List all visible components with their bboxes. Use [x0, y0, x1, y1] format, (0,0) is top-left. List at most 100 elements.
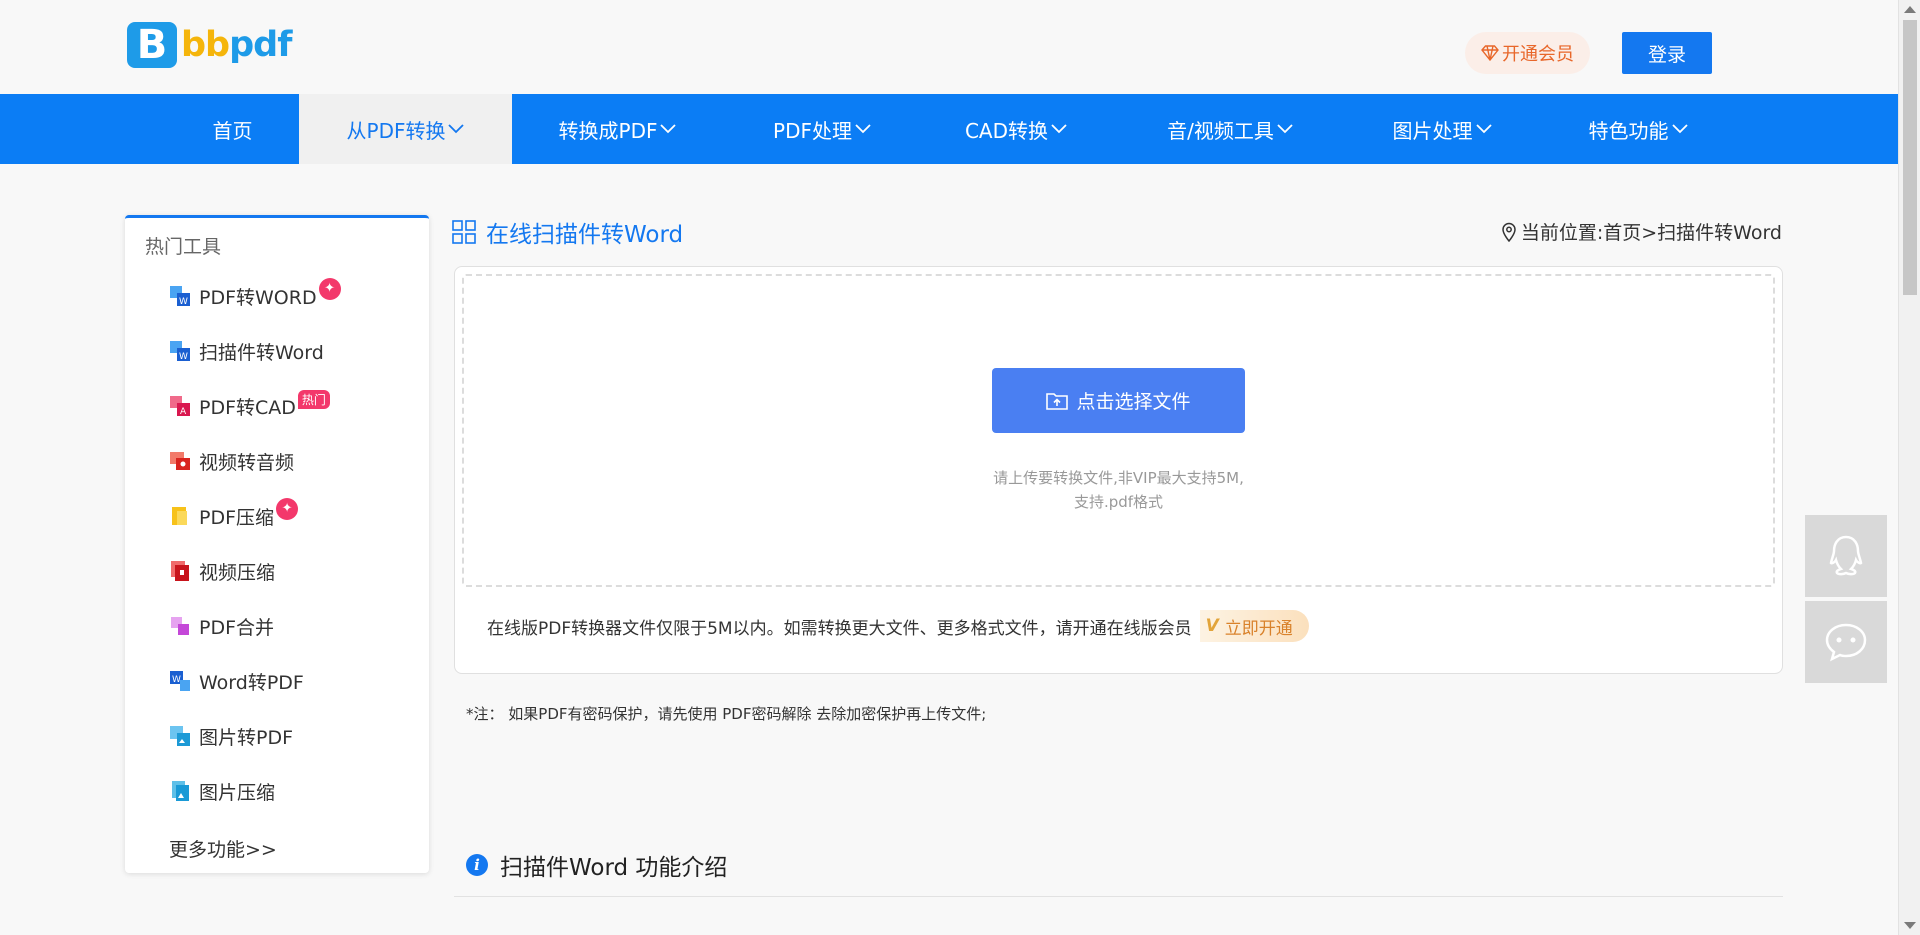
nav-item-home[interactable]: 首页 — [180, 94, 285, 164]
page-scrollbar[interactable] — [1898, 0, 1920, 935]
logo-text-pdf: pdf — [229, 25, 292, 65]
sidebar-item-label: 扫描件转Word — [199, 341, 324, 364]
activate-now-button[interactable]: V 立即开通 — [1199, 610, 1309, 642]
bbpdf-logo[interactable]: B bbpdf — [127, 22, 292, 68]
sidebar-item-pdf-to-word[interactable]: W PDF转WORD ✦ — [169, 278, 341, 311]
svg-text:W: W — [179, 352, 188, 362]
file-dropzone[interactable]: 点击选择文件 请上传要转换文件,非VIP最大支持5M, 支持.pdf格式 — [462, 274, 1775, 587]
open-vip-button[interactable]: 开通会员 — [1465, 32, 1590, 74]
grid-icon — [452, 220, 476, 244]
info-icon: i — [466, 854, 488, 876]
activate-now-label: 立即开通 — [1224, 618, 1293, 639]
select-file-button[interactable]: 点击选择文件 — [992, 368, 1245, 433]
sidebar-item-image-to-pdf[interactable]: 图片转PDF — [169, 721, 293, 751]
nav-item-label: 从PDF转换 — [346, 118, 446, 143]
nav-item-audio-video[interactable]: 音/视频工具 — [1150, 94, 1310, 164]
pdf-to-word-icon: W — [169, 285, 191, 307]
nav-item-pdf-process[interactable]: PDF处理 — [752, 94, 892, 164]
sidebar-item-word-to-pdf[interactable]: W Word转PDF — [169, 666, 304, 696]
chevron-down-icon — [1475, 124, 1492, 134]
main-nav: 首页 从PDF转换 转换成PDF PDF处理 CAD转换 音/视频工具 图片处理… — [0, 94, 1898, 164]
more-features-link[interactable]: 更多功能>> — [169, 835, 277, 862]
scan-to-word-icon: W — [169, 340, 191, 362]
sidebar-item-label: 视频压缩 — [199, 561, 276, 584]
chevron-down-icon — [660, 124, 677, 134]
nav-item-label: 转换成PDF — [558, 118, 658, 143]
chevron-down-icon — [448, 124, 465, 134]
pdf-merge-icon — [169, 615, 191, 637]
sidebar-item-label: PDF合并 — [199, 616, 275, 639]
scroll-down-arrow-icon[interactable] — [1904, 922, 1916, 929]
sidebar-item-video-compress[interactable]: 视频压缩 — [169, 556, 275, 586]
nav-item-label: 首页 — [212, 118, 253, 143]
fire-icon: ✦ — [276, 498, 299, 520]
logo-text: bbpdf — [181, 25, 292, 65]
feature-intro-heading: i 扫描件Word 功能介绍 — [466, 848, 727, 882]
svg-text:W: W — [179, 297, 188, 307]
sidebar-item-image-compress[interactable]: 图片压缩 — [169, 776, 275, 806]
sidebar-item-label: PDF转WORD — [199, 286, 317, 309]
nav-item-special[interactable]: 特色功能 — [1568, 94, 1708, 164]
chevron-down-icon — [1277, 124, 1293, 134]
sidebar-item-label: 图片压缩 — [199, 781, 276, 804]
size-limit-text: 在线版PDF转换器文件仅限于5M以内。如需转换更大文件、更多格式文件，请开通在线… — [487, 618, 1192, 639]
page-title: 在线扫描件转Word — [452, 215, 683, 249]
nav-item-label: 音/视频工具 — [1167, 118, 1274, 143]
sidebar-item-pdf-compress[interactable]: PDF压缩 ✦ — [169, 498, 299, 531]
hot-tools-sidebar: 热门工具 W PDF转WORD ✦ W 扫描件转Word A PDF转CAD 热… — [125, 215, 429, 873]
select-file-label: 点击选择文件 — [1076, 391, 1191, 413]
top-header: B bbpdf 开通会员 登录 — [0, 0, 1898, 94]
login-button[interactable]: 登录 — [1622, 32, 1712, 74]
nav-item-cad[interactable]: CAD转换 — [946, 94, 1086, 164]
scroll-thumb[interactable] — [1903, 20, 1917, 295]
breadcrumb-text[interactable]: 当前位置:首页>扫描件转Word — [1521, 218, 1782, 245]
nav-item-to-pdf[interactable]: 转换成PDF — [540, 94, 695, 164]
hot-badge: 热门 — [297, 389, 330, 409]
diamond-icon — [1481, 45, 1499, 61]
qq-contact-button[interactable] — [1805, 515, 1887, 597]
qq-icon — [1829, 535, 1863, 576]
chevron-down-icon — [855, 124, 871, 134]
chevron-down-icon — [1671, 124, 1688, 134]
sidebar-item-pdf-merge[interactable]: PDF合并 — [169, 611, 274, 641]
open-vip-label: 开通会员 — [1502, 44, 1574, 65]
upload-hint: 请上传要转换文件,非VIP最大支持5M, 支持.pdf格式 — [464, 466, 1773, 514]
logo-text-bb: bb — [181, 25, 230, 65]
chevron-down-icon — [1051, 124, 1067, 134]
nav-item-label: 图片处理 — [1392, 118, 1473, 143]
sidebar-title: 热门工具 — [145, 236, 222, 258]
wechat-contact-button[interactable] — [1805, 601, 1887, 683]
sidebar-item-label: 图片转PDF — [199, 726, 294, 749]
sidebar-item-label: Word转PDF — [199, 671, 304, 694]
divider — [454, 896, 1783, 897]
nav-item-label: 特色功能 — [1588, 118, 1669, 143]
sidebar-item-pdf-to-cad[interactable]: A PDF转CAD 热门 — [169, 389, 330, 421]
image-compress-icon — [169, 780, 191, 802]
password-note: *注： 如果PDF有密码保护，请先使用 PDF密码解除 去除加密保护再上传文件; — [466, 705, 987, 723]
pdf-compress-icon — [169, 505, 191, 527]
upload-card: 点击选择文件 请上传要转换文件,非VIP最大支持5M, 支持.pdf格式 在线版… — [454, 266, 1783, 674]
svg-text:W: W — [172, 675, 181, 685]
nav-item-label: PDF处理 — [773, 118, 852, 143]
pdf-to-cad-icon: A — [169, 395, 191, 417]
folder-upload-icon — [1046, 392, 1069, 410]
fire-icon: ✦ — [318, 278, 341, 300]
upload-hint-line: 请上传要转换文件,非VIP最大支持5M, — [993, 469, 1244, 487]
feature-intro-title: 扫描件Word 功能介绍 — [500, 855, 728, 881]
page-title-text: 在线扫描件转Word — [486, 222, 684, 248]
sidebar-item-label: 视频转音频 — [199, 451, 295, 474]
location-pin-icon — [1502, 222, 1516, 242]
sidebar-item-video-to-audio[interactable]: 视频转音频 — [169, 446, 294, 476]
nav-item-from-pdf[interactable]: 从PDF转换 — [299, 94, 512, 164]
video-to-audio-icon — [169, 450, 191, 472]
image-to-pdf-icon — [169, 725, 191, 747]
sidebar-item-scan-to-word[interactable]: W 扫描件转Word — [169, 336, 324, 366]
scroll-up-arrow-icon[interactable] — [1904, 6, 1916, 13]
logo-badge: B — [127, 22, 177, 68]
word-to-pdf-icon: W — [169, 670, 191, 692]
breadcrumb: 当前位置:首页>扫描件转Word — [1501, 218, 1782, 245]
upload-hint-line: 支持.pdf格式 — [1073, 493, 1164, 511]
video-compress-icon — [169, 560, 191, 582]
nav-item-label: CAD转换 — [964, 118, 1049, 143]
nav-item-image[interactable]: 图片处理 — [1372, 94, 1512, 164]
